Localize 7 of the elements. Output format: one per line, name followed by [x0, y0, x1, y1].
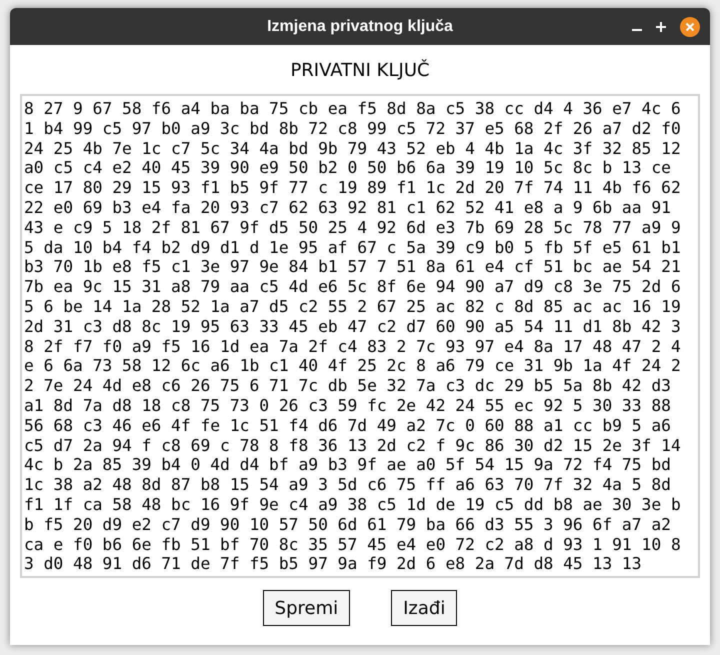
key-text-field[interactable]: 8 27 9 67 58 f6 a4 ba ba 75 cb ea f5 8d 8a c5 38 cc d4 4 36 e7 4c 6 1 b4 99 c5 97 b0 a9 3c bd 8b 72 c8 99 c5 72 37 e5 68 2f 26 a7 d2 f0 24 25 4b 7e 1c c7 5c 34 4a bd 9b 79 43 52 eb 4 4b 1a 4c 3f 32 85 12 a0 c5 c4 e2 40 45 39 90 e9 50 b2 0 50 b6 6a 39 19 10 5c 8c b 13 ce ce 17 80 29 15 93 f1 b5 9f 77 c 19 89 f1 1c 2d 20 7f 74 11 4b f6 62 22 e0 69 b3 e4 fa 20 93 c7 62 63 92 81 c1 62 52 41 e8 a 9 6b aa 91 43 e c9 5 18 2f 81 67 9f d5 50 25 4 92 6d e3 7b 69 28 5c 78 77 a9 9 5 da 10 b4 f4 b2 d9 d1 d 1e 95 af 67 c 5a 39 c9 b0 5 fb 5f e5 61 b1 b3 70 1b e8 f5 c1 3e 97 9e 84 b1 57 7 51 8a 61 e4 cf 51 bc ae 54 21 7b ea 9c 15 31 a8 79 aa c5 4d e6 5c 8f 6e 94 90 a7 d9 c8 3e 75 2d 6 5 6 be 14 1a 28 52 1a a7 d5 c2 55 2 67 25 ac 82 c 8d 85 ac ac 16 19 2d 31 c3 d8 8c 19 95 63 33 45 eb 47 c2 d7 60 90 a5 54 11 d1 8b 42 3 8 2f f7 f0 a9 f5 16 1d ea 7a 2f c4 83 2 7c 93 97 e4 8a 17 48 47 2 4 e 6 6a 73 58 12 6c a6 1b c1 40 4f 25 2c 8 a6 79 ce 31 9b 1a 4f 24 2 2 7e 24 4d e8 c6 26 75 6 71 7c db 5e 32 7a c3 dc 29 b5 5a 8b 42 d3 a1 8d 7a d8 18 c8 75 73 0 26 c3 59 fc 2e 42 24 55 ec 92 5 30 33 88 56 68 c3 46 e6 4f fe 1c 51 f4 d6 7d 49 a2 7c 0 60 88 a1 cc b9 5 a6 c5 d7 2a 94 f c8 69 c 78 8 f8 36 13 2d c2 f 9c 86 30 d2 15 2e 3f 14 4c b 2a 85 39 b4 0 4d d4 bf a9 b3 9f ae a0 5f 54 15 9a 72 f4 75 bd 1c 38 a2 48 8d 87 b8 15 54 a9 3 5d c6 75 ff a6 63 70 7f 32 4a 5 8d f1 1f ca 58 48 bc 16 9f 9e c4 a9 38 c5 1d de 19 c5 dd b8 ae 30 3e b b f5 20 d9 e2 c7 d9 90 10 57 50 6d 61 79 ba 66 d3 55 3 96 6f a7 a2 ca e f0 b6 6e fb 51 bf 70 8c 35 57 45 e4 e0 72 c2 a8 d 93 1 91 10 8 3 d0 48 91 d6 71 de 7f f5 b5 97 9a f9 2d 6 e8 2a 7d d8 45 13 13 [20, 94, 700, 578]
exit-button[interactable]: Izađi [391, 590, 458, 626]
maximize-icon[interactable] [656, 22, 666, 32]
save-button[interactable]: Spremi [262, 590, 350, 626]
heading: PRIVATNI KLJUČ [290, 58, 430, 83]
window-title: Izmjena privatnog ključa [267, 16, 453, 36]
close-icon[interactable] [680, 16, 700, 36]
